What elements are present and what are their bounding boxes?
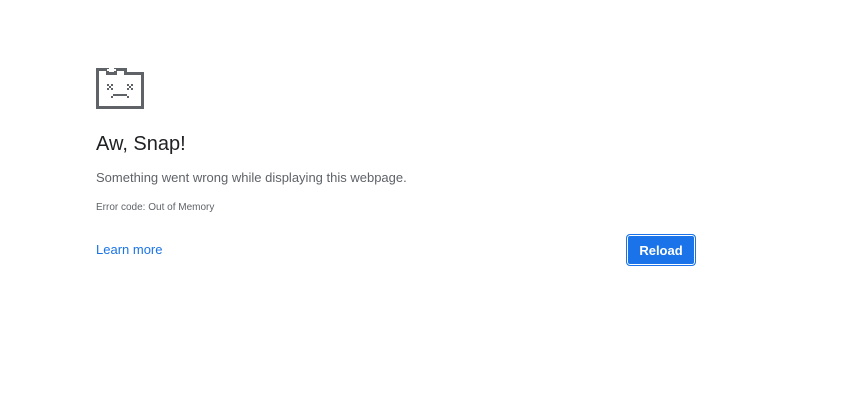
error-code: Error code: Out of Memory	[96, 202, 215, 213]
learn-more-link[interactable]: Learn more	[96, 242, 162, 258]
sad-tab-icon	[96, 68, 144, 109]
error-page: Aw, Snap! Something went wrong while dis…	[0, 0, 850, 416]
reload-button[interactable]: Reload	[626, 234, 696, 266]
error-title: Aw, Snap!	[96, 133, 186, 155]
error-message: Something went wrong while displaying th…	[96, 170, 407, 185]
